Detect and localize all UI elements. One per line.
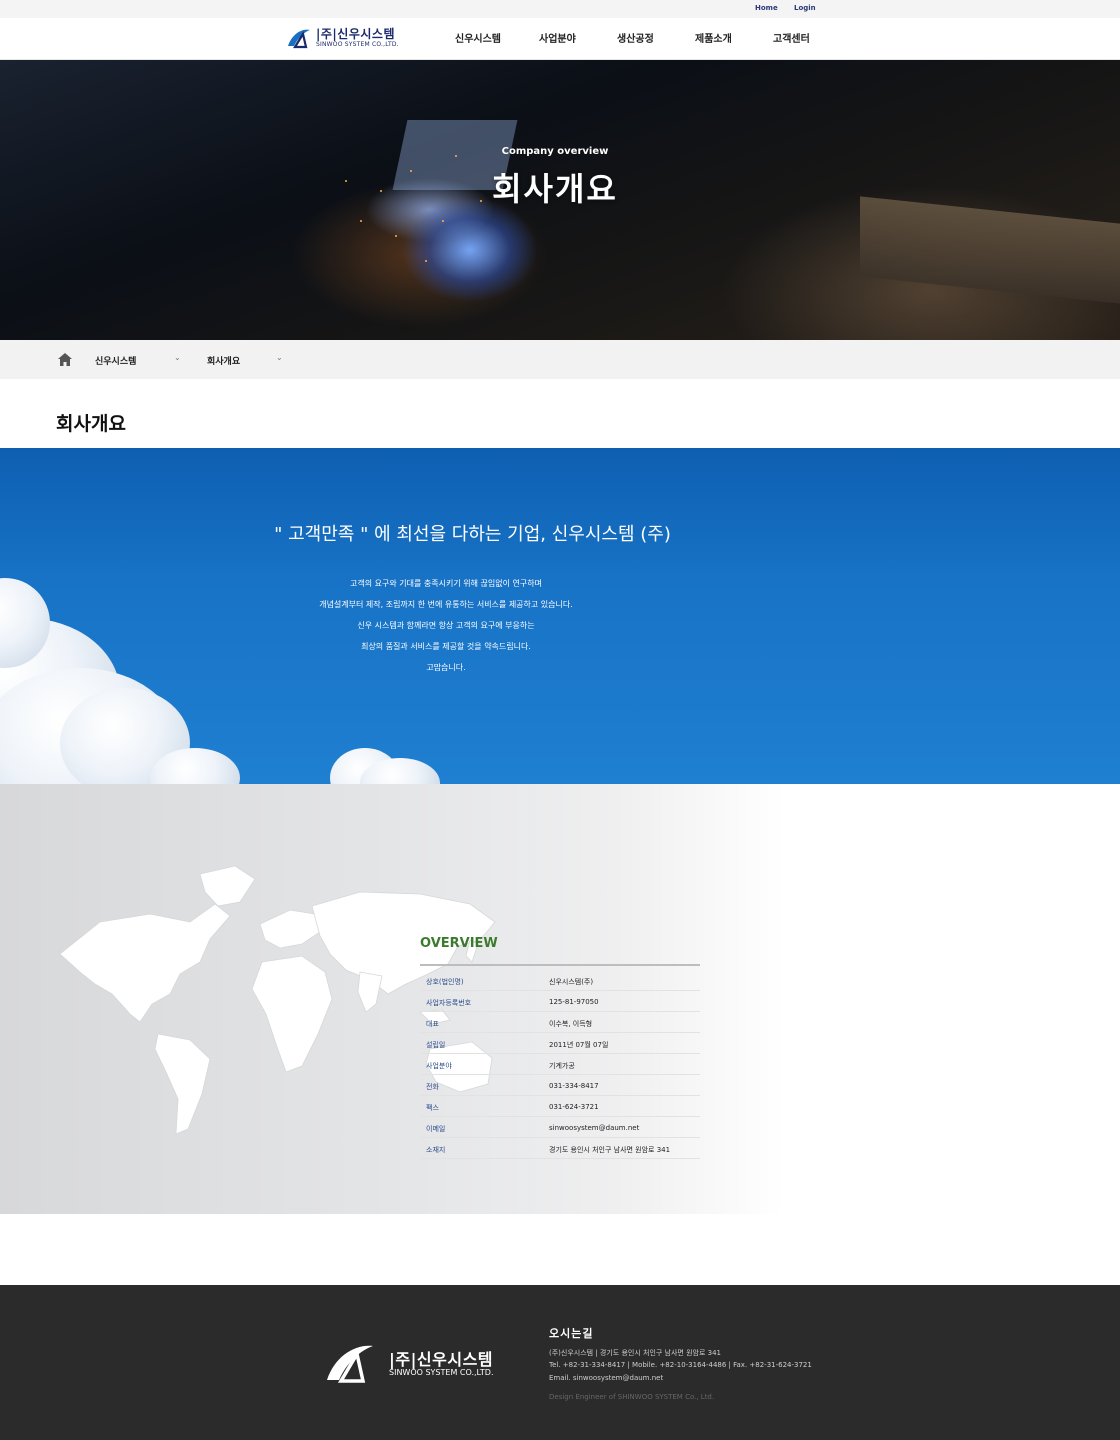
intro-section: " 고객만족 " 에 최선을 다하는 기업, 신우시스템 (주) 고객의 요구와… <box>0 448 1120 784</box>
overview-value: sinwoosystem@daum.net <box>549 1124 640 1132</box>
footer-email: Email. sinwoosystem@daum.net <box>549 1374 664 1382</box>
overview-row: 전화 031-334-8417 <box>420 1075 700 1096</box>
overview-title: OVERVIEW <box>420 936 498 951</box>
nav-item-products[interactable]: 제품소개 <box>695 30 732 45</box>
overview-label: 사업자등록번호 <box>426 999 472 1007</box>
hero-subtitle: Company overview <box>501 146 609 157</box>
overview-row: 이메일 sinwoosystem@daum.net <box>420 1117 700 1138</box>
logo-mark-icon <box>327 1345 373 1383</box>
logo-mark-icon <box>288 29 310 49</box>
overview-row: 사업분야 기계가공 <box>420 1054 700 1075</box>
footer-address: (주)신우시스템 | 경기도 용인시 처인구 남사면 원암로 341 <box>549 1349 721 1357</box>
overview-section: OVERVIEW 상호(법인명) 신우시스템(주) 사업자등록번호 125-81… <box>0 784 1120 1214</box>
footer-heading: 오시는길 <box>549 1327 594 1340</box>
site-header: |주|신우시스템 SINWOO SYSTEM CO.,LTD. 신우시스템 사업… <box>0 18 1120 60</box>
overview-value: 031-624-3721 <box>549 1103 599 1111</box>
nav-item-support[interactable]: 고객센터 <box>773 30 810 45</box>
brand-name-ko: |주|신우시스템 <box>316 27 396 41</box>
footer-copyright: Design Engineer of SHINWOO SYSTEM Co., L… <box>549 1393 715 1401</box>
overview-row: 사업자등록번호 125-81-97050 <box>420 991 700 1012</box>
overview-row: 설립일 2011년 07월 07일 <box>420 1033 700 1054</box>
overview-label: 전화 <box>426 1083 439 1091</box>
home-link[interactable]: Home <box>755 4 778 12</box>
overview-value: 경기도 용인시 처인구 남사면 원암로 341 <box>549 1146 671 1154</box>
login-link[interactable]: Login <box>794 4 816 12</box>
footer-contacts: Tel. +82-31-334-8417 | Mobile. +82-10-31… <box>549 1361 812 1369</box>
overview-row: 상호(법인명) 신우시스템(주) <box>420 970 700 991</box>
nav-item-business[interactable]: 사업분야 <box>539 30 576 45</box>
intro-headline: " 고객만족 " 에 최선을 다하는 기업, 신우시스템 (주) <box>274 524 671 545</box>
intro-line: 신우 시스템과 함께라면 항상 고객의 요구에 부응하는 <box>357 621 535 630</box>
home-icon[interactable] <box>58 353 72 366</box>
site-footer: |주|신우시스템 SINWOO SYSTEM CO.,LTD. 오시는길 (주)… <box>0 1285 1120 1440</box>
intro-line: 최상의 품질과 서비스를 제공할 것을 약속드립니다. <box>361 642 531 651</box>
overview-row: 대표 이수복, 이득형 <box>420 1012 700 1033</box>
chevron-down-icon[interactable]: ⌄ <box>174 353 181 362</box>
hero-banner: Company overview 회사개요 <box>0 60 1120 340</box>
nav-item-company[interactable]: 신우시스템 <box>455 30 501 45</box>
overview-label: 대표 <box>426 1020 439 1028</box>
breadcrumb-level2[interactable]: 회사개요 <box>207 354 240 367</box>
overview-label: 팩스 <box>426 1104 439 1112</box>
breadcrumb: 신우시스템 ⌄ 회사개요 ⌄ <box>0 340 1120 379</box>
hero-title: 회사개요 <box>492 170 618 208</box>
overview-value: 신우시스템(주) <box>549 978 594 986</box>
overview-label: 상호(법인명) <box>426 978 464 986</box>
overview-value: 2011년 07월 07일 <box>549 1041 609 1049</box>
utility-bar: Home Login <box>0 0 1120 18</box>
overview-row: 팩스 031-624-3721 <box>420 1096 700 1117</box>
brand-name-en: SINWOO SYSTEM CO.,LTD. <box>316 41 399 48</box>
chevron-down-icon[interactable]: ⌄ <box>276 353 283 362</box>
overview-value: 이수복, 이득형 <box>549 1020 593 1028</box>
footer-brand-name-en: SINWOO SYSTEM CO.,LTD. <box>389 1368 494 1377</box>
overview-label: 소재지 <box>426 1146 446 1154</box>
overview-label: 설립일 <box>426 1041 446 1049</box>
welding-metal-plate <box>860 196 1120 304</box>
overview-label: 이메일 <box>426 1125 446 1133</box>
overview-value: 031-334-8417 <box>549 1082 599 1090</box>
page-title: 회사개요 <box>56 413 126 435</box>
overview-row: 소재지 경기도 용인시 처인구 남사면 원암로 341 <box>420 1138 700 1159</box>
overview-divider <box>420 964 700 966</box>
brand-logo[interactable]: |주|신우시스템 SINWOO SYSTEM CO.,LTD. <box>286 24 416 54</box>
footer-logo[interactable]: |주|신우시스템 SINWOO SYSTEM CO.,LTD. <box>325 1340 505 1385</box>
footer-brand-name-ko: |주|신우시스템 <box>389 1350 494 1369</box>
overview-label: 사업분야 <box>426 1062 452 1070</box>
intro-line: 고객의 요구와 기대를 충족시키기 위해 끊임없이 연구하며 <box>350 579 542 588</box>
breadcrumb-level1[interactable]: 신우시스템 <box>95 354 136 367</box>
intro-line: 고맙습니다. <box>426 663 466 672</box>
intro-line: 개념설계부터 제작, 조립까지 한 번에 유통하는 서비스를 제공하고 있습니다… <box>319 600 573 609</box>
overview-value: 125-81-97050 <box>549 998 599 1006</box>
nav-item-process[interactable]: 생산공정 <box>617 30 654 45</box>
overview-value: 기계가공 <box>549 1062 575 1070</box>
